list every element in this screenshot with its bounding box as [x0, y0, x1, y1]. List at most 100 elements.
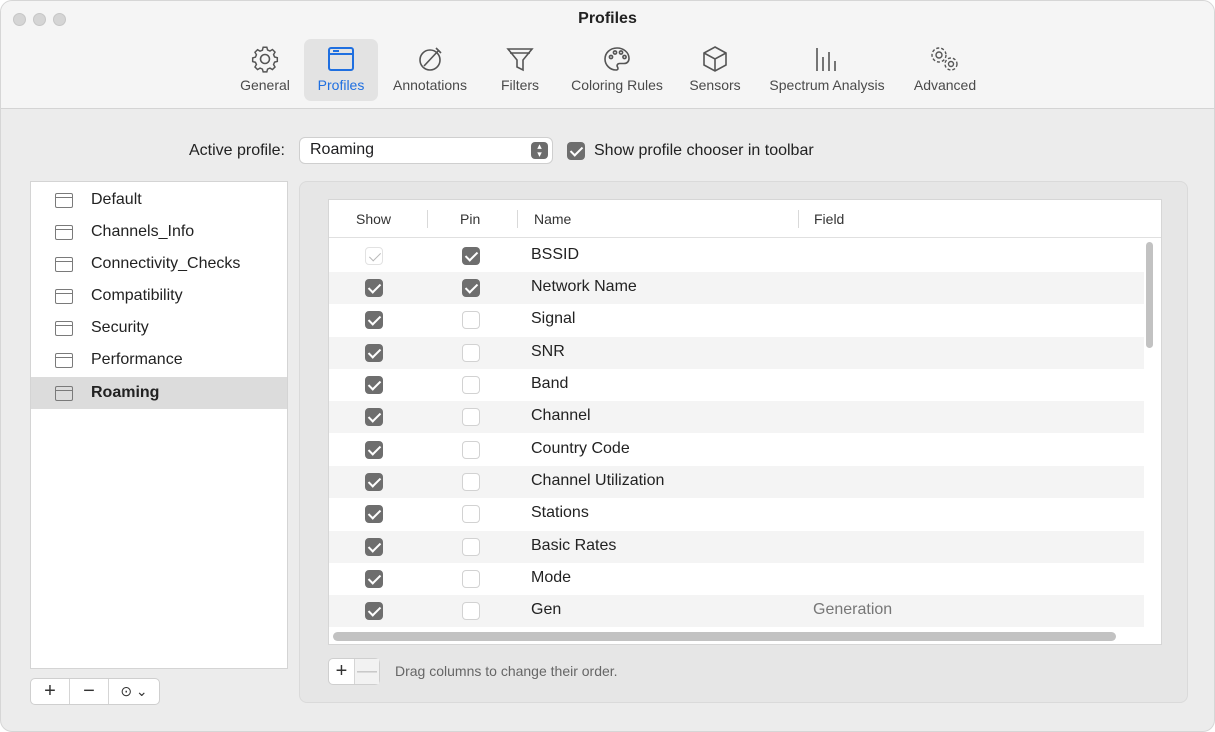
gears-icon	[928, 42, 962, 76]
profile-actions-menu-button[interactable]: ⊙ ⌄	[109, 679, 159, 704]
profile-window-icon	[55, 352, 73, 368]
pin-checkbox[interactable]	[462, 408, 480, 426]
column-divider	[517, 210, 518, 228]
toolbar-general[interactable]: General	[230, 39, 300, 101]
horizontal-scrollbar[interactable]	[333, 632, 1116, 641]
pin-checkbox[interactable]	[462, 570, 480, 588]
table-row[interactable]: BSSID	[329, 240, 1144, 272]
column-header-name[interactable]: Name	[534, 211, 571, 227]
chevron-up-down-icon: ▴ ▾	[531, 142, 548, 159]
active-profile-select[interactable]: Roaming ▴ ▾	[299, 137, 553, 164]
show-checkbox[interactable]	[365, 473, 383, 491]
table-row[interactable]: Band	[329, 369, 1144, 401]
show-checkbox[interactable]	[365, 505, 383, 523]
profiles-list: Default Channels_Info Connectivity_Check…	[30, 181, 288, 669]
pin-checkbox[interactable]	[462, 247, 480, 265]
column-header-pin[interactable]: Pin	[460, 211, 480, 227]
profile-item[interactable]: Default	[31, 184, 287, 216]
show-checkbox[interactable]	[365, 408, 383, 426]
table-row[interactable]: Stations	[329, 498, 1144, 530]
show-checkbox[interactable]	[365, 441, 383, 459]
table-row[interactable]: SNR	[329, 337, 1144, 369]
pin-checkbox[interactable]	[462, 279, 480, 297]
show-checkbox[interactable]	[365, 279, 383, 297]
table-row[interactable]: Mode	[329, 563, 1144, 595]
profile-item-selected[interactable]: Roaming	[31, 377, 287, 409]
pin-checkbox[interactable]	[462, 602, 480, 620]
vertical-scrollbar[interactable]	[1146, 242, 1153, 348]
show-checkbox	[365, 247, 383, 265]
pin-checkbox[interactable]	[462, 538, 480, 556]
profile-name: Channels_Info	[91, 223, 195, 240]
cube-icon	[700, 42, 730, 76]
funnel-icon	[505, 42, 535, 76]
add-profile-button[interactable]: +	[31, 679, 70, 704]
column-name: Basic Rates	[531, 537, 617, 554]
column-name: Mode	[531, 569, 572, 586]
window-title: Profiles	[578, 10, 637, 27]
show-checkbox[interactable]	[365, 538, 383, 556]
toolbar-general-label: General	[240, 77, 290, 93]
show-checkbox[interactable]	[365, 344, 383, 362]
show-profile-chooser-checkbox[interactable]	[567, 142, 585, 160]
table-row[interactable]: Country Code	[329, 434, 1144, 466]
pin-checkbox[interactable]	[462, 441, 480, 459]
toolbar-filters-label: Filters	[500, 77, 540, 93]
columns-table: Show Pin Name Field BSSID Network Name S…	[328, 199, 1162, 645]
profile-item[interactable]: Compatibility	[31, 280, 287, 312]
pin-checkbox[interactable]	[462, 473, 480, 491]
toolbar-advanced[interactable]: Advanced	[907, 39, 983, 101]
title-bar: Profiles General Profiles Annotations Fi…	[1, 1, 1214, 109]
toolbar-filters[interactable]: Filters	[491, 39, 549, 101]
profile-name: Performance	[91, 351, 183, 368]
show-checkbox[interactable]	[365, 602, 383, 620]
profile-name: Compatibility	[91, 287, 183, 304]
add-column-button[interactable]: +	[329, 659, 354, 684]
column-name: SNR	[531, 343, 565, 360]
toolbar-annotations[interactable]: Annotations	[384, 39, 476, 101]
pin-checkbox[interactable]	[462, 311, 480, 329]
table-row[interactable]: Basic Rates	[329, 531, 1144, 563]
table-row[interactable]: Signal	[329, 304, 1144, 336]
table-row[interactable]: Network Name	[329, 272, 1144, 304]
table-row[interactable]: Channel Utilization	[329, 466, 1144, 498]
profile-window-icon	[55, 224, 73, 240]
show-checkbox[interactable]	[365, 376, 383, 394]
column-header-show[interactable]: Show	[356, 211, 391, 227]
profile-item[interactable]: Security	[31, 312, 287, 344]
pin-checkbox[interactable]	[462, 376, 480, 394]
profile-list-controls: + − ⊙ ⌄	[30, 678, 160, 705]
show-checkbox[interactable]	[365, 311, 383, 329]
profile-name: Security	[91, 319, 149, 336]
column-divider	[427, 210, 428, 228]
spectrum-icon	[812, 42, 842, 76]
profile-window-icon	[55, 385, 73, 401]
profile-name: Default	[91, 191, 142, 208]
pin-checkbox[interactable]	[462, 344, 480, 362]
remove-profile-button[interactable]: −	[70, 679, 109, 704]
profile-item[interactable]: Performance	[31, 344, 287, 376]
active-profile-label: Active profile:	[188, 142, 285, 159]
profile-item[interactable]: Connectivity_Checks	[31, 248, 287, 280]
annotation-icon	[415, 42, 445, 76]
profile-name: Roaming	[91, 384, 160, 401]
column-name: Channel Utilization	[531, 472, 665, 489]
profile-window-icon	[55, 256, 73, 272]
pin-checkbox[interactable]	[462, 505, 480, 523]
remove-column-button[interactable]: —	[354, 659, 379, 684]
toolbar-spectrum-analysis-label: Spectrum Analysis	[769, 77, 885, 93]
profile-item[interactable]: Channels_Info	[31, 216, 287, 248]
show-profile-chooser-label: Show profile chooser in toolbar	[594, 142, 814, 159]
profile-name: Connectivity_Checks	[91, 255, 241, 272]
profile-window-icon	[55, 288, 73, 304]
table-row[interactable]: Gen Generation	[329, 595, 1144, 627]
toolbar-profiles[interactable]: Profiles	[304, 39, 378, 101]
toolbar-coloring-rules[interactable]: Coloring Rules	[561, 39, 673, 101]
gear-icon	[250, 42, 280, 76]
column-name: Country Code	[531, 440, 630, 457]
toolbar-spectrum-analysis[interactable]: Spectrum Analysis	[758, 39, 896, 101]
column-header-field[interactable]: Field	[814, 211, 844, 227]
table-row[interactable]: Channel	[329, 401, 1144, 433]
show-checkbox[interactable]	[365, 570, 383, 588]
toolbar-sensors[interactable]: Sensors	[683, 39, 747, 101]
